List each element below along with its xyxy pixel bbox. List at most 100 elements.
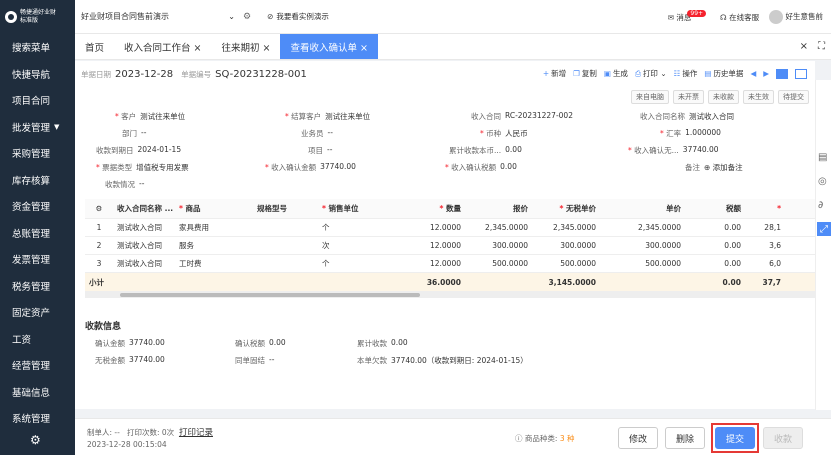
document-panel: 单据日期 2023-12-28 单据编号 SQ-20231228-001 + 新增 ❐… xyxy=(75,61,815,409)
tab-home[interactable]: 首页 xyxy=(75,34,114,59)
sidebar-item-assets[interactable]: 固定资产 xyxy=(0,299,75,326)
settings-icon[interactable]: ⚙ xyxy=(243,12,251,22)
dept-label: 部门 xyxy=(122,129,137,138)
sidebar-item-wholesale[interactable]: 批发管理 ▼ xyxy=(0,114,75,141)
status-tags: 来自电脑 未开票 未收款 未生效 待提交 xyxy=(631,90,809,104)
recv-status-label: 收款情况 xyxy=(105,180,135,189)
link-icon[interactable]: ∂ xyxy=(818,200,823,211)
confirm-amt-value: 37740.00 xyxy=(320,162,356,171)
sidebar-item-search[interactable]: 搜索菜单 xyxy=(0,34,75,61)
staff-value: -- xyxy=(327,128,333,137)
sidebar-item-operation[interactable]: 经营管理 xyxy=(0,352,75,379)
sidebar-item-system[interactable]: 系统管理 xyxy=(0,405,75,432)
acc-label: 累计收款本币... xyxy=(449,146,502,155)
table-row[interactable]: 2 测试收入合同 服务 次 12.0000 300.0000 300.0000 … xyxy=(85,237,815,255)
tab-revenue-confirm[interactable]: 查看收入确认单 × xyxy=(280,34,378,59)
circle-icon[interactable]: ◎ xyxy=(818,176,827,187)
confirm-tax-value: 0.00 xyxy=(500,162,517,171)
maker-text: 制单人: -- xyxy=(87,428,120,437)
messages-button[interactable]: ✉ 消息99+ xyxy=(668,9,710,23)
status-badge: 待提交 xyxy=(778,90,809,104)
table-summary-row: 小计 36.0000 3,145.0000 0.00 37,7 xyxy=(85,273,815,292)
avatar xyxy=(769,10,784,24)
list-view-icon[interactable] xyxy=(795,68,807,79)
tab-opening[interactable]: 往来期初 × xyxy=(212,34,281,59)
generate-button[interactable]: ▣ 生成 xyxy=(604,68,628,79)
table-header: ⚙ 收入合同名称 ... * 商品 规格型号 * 销售单位 * 数量 报价 * … xyxy=(85,199,815,219)
card-view-icon[interactable] xyxy=(776,68,788,79)
history-button[interactable]: ▤ 历史单据 xyxy=(704,68,743,79)
sidebar-item-ledger[interactable]: 总账管理 xyxy=(0,220,75,247)
due-label: 收款到期日 xyxy=(96,146,134,155)
print-record-link[interactable]: 打印记录 xyxy=(179,428,213,438)
service-button[interactable]: ☊ 在线客服 xyxy=(720,12,759,23)
recv-status-value: -- xyxy=(139,179,145,188)
logo-icon xyxy=(5,11,17,23)
col-notax-price: 无税单价 xyxy=(566,204,596,213)
sidebar-item-salary[interactable]: 工资 xyxy=(0,326,75,353)
confirm-notax-label: 收入确认无... xyxy=(634,146,679,155)
collect-button[interactable]: 收款 xyxy=(763,427,803,449)
next-icon[interactable]: ▶ xyxy=(763,69,769,78)
contract-name-label: 收入合同名称 xyxy=(640,112,685,121)
sidebar-item-project[interactable]: 项目合同 xyxy=(0,87,75,114)
col-qty: 数量 xyxy=(446,204,461,213)
sidebar-item-inventory[interactable]: 库存核算 xyxy=(0,167,75,194)
add-remark-link[interactable]: ⊕ 添加备注 xyxy=(704,162,743,173)
goods-kinds: ⓘ 商品种类: 3 种 xyxy=(515,434,575,443)
document-icon[interactable]: ▤ xyxy=(818,152,827,163)
company-selector[interactable]: 好业财项目合同售前演示 ⌄ xyxy=(75,11,235,22)
contract-name-value: 测试收入合同 xyxy=(689,112,734,121)
confirm-notax-value: 37740.00 xyxy=(682,145,719,154)
invoice-type-label: 票据类型 xyxy=(102,163,133,172)
dept-value: -- xyxy=(141,128,147,137)
submit-button[interactable]: 提交 xyxy=(715,427,755,449)
copy-button[interactable]: ❐ 复制 xyxy=(573,68,597,79)
date-label: 单据日期 xyxy=(81,69,111,79)
demo-link[interactable]: ⊘ 我要看实例演示 xyxy=(267,11,329,22)
settle-value: 测试往来单位 xyxy=(325,112,371,121)
toolbar: + 新增 ❐ 复制 ▣ 生成 ⎙ 打印 ⌄ ☷ 操作 ▤ 历史单据 ◀ ▶ xyxy=(543,68,807,79)
new-button[interactable]: + 新增 xyxy=(543,68,566,79)
horizontal-scrollbar[interactable] xyxy=(85,292,815,298)
doc-date: 2023-12-28 xyxy=(115,68,174,80)
tab-contract-workbench[interactable]: 收入合同工作台 × xyxy=(114,34,211,59)
due-value: 2024-01-15 xyxy=(137,145,182,154)
contract-value: RC-20231227-002 xyxy=(505,111,573,120)
sidebar-item-quicknav[interactable]: 快捷导航 xyxy=(0,61,75,88)
status-badge: 来自电脑 xyxy=(631,90,669,104)
operate-button[interactable]: ☷ 操作 xyxy=(674,68,698,79)
expand-icon[interactable]: ⛶ xyxy=(818,41,825,52)
col-price: 单价 xyxy=(666,204,681,213)
sidebar-item-basic[interactable]: 基础信息 xyxy=(0,379,75,406)
currency-label: 币种 xyxy=(486,129,502,138)
footer-bar: 制单人: -- 打印次数: 0次 打印记录 2023-12-28 00:15:0… xyxy=(75,418,831,455)
message-badge: 99+ xyxy=(687,9,707,17)
status-badge: 未开票 xyxy=(673,90,704,104)
link-icon: ⊘ xyxy=(267,12,274,21)
delete-button[interactable]: 删除 xyxy=(665,427,705,449)
table-row[interactable]: 3 测试收入合同 工时费 个 12.0000 500.0000 500.0000… xyxy=(85,255,815,273)
table-row[interactable]: 1 测试收入合同 家具费用 个 12.0000 2,345.0000 2,345… xyxy=(85,219,815,237)
sidebar-item-funds[interactable]: 资金管理 xyxy=(0,193,75,220)
col-goods: 商品 xyxy=(185,204,201,213)
close-icon[interactable]: × xyxy=(800,41,808,52)
sidebar-item-purchase[interactable]: 采购管理 xyxy=(0,140,75,167)
sidebar-item-invoice[interactable]: 发票管理 xyxy=(0,246,75,273)
generate-icon: ▣ xyxy=(603,69,611,78)
col-tax: 税额 xyxy=(726,204,741,213)
prev-icon[interactable]: ◀ xyxy=(750,69,756,78)
print-button[interactable]: ⎙ 打印 ⌄ xyxy=(635,68,667,79)
edit-button[interactable]: 修改 xyxy=(618,427,658,449)
header-fields: * 客户 测试往来单位 * 结算客户 测试往来单位 收入合同 RC-20231227-… xyxy=(96,111,743,189)
fullscreen-icon[interactable]: ⤢ xyxy=(817,222,831,236)
user-menu[interactable]: 好生意售前 xyxy=(769,10,823,24)
column-settings-icon[interactable]: ⚙ xyxy=(85,204,113,213)
detail-table: ⚙ 收入合同名称 ... * 商品 规格型号 * 销售单位 * 数量 报价 * … xyxy=(85,199,815,298)
col-contract: 收入合同名称 ... xyxy=(117,204,174,213)
sidebar-item-tax[interactable]: 税务管理 xyxy=(0,273,75,300)
topbar: 好业财项目合同售前演示 ⌄ ⚙ ⊘ 我要看实例演示 ✉ 消息99+ ☊ 在线客服 好… xyxy=(75,0,831,34)
gear-icon[interactable]: ⚙ xyxy=(30,433,41,447)
logo-text: 畅捷通好业财 xyxy=(20,9,57,16)
col-quote: 报价 xyxy=(513,204,528,213)
